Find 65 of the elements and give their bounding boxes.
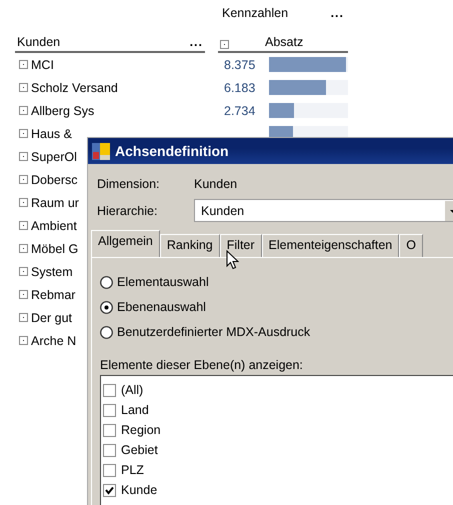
tab[interactable]: Allgemein <box>91 230 160 257</box>
radio-button[interactable] <box>100 276 113 288</box>
customer-name: Allberg Sys <box>31 104 94 118</box>
expand-icon[interactable] <box>19 152 28 161</box>
expand-icon[interactable] <box>19 83 28 92</box>
tab[interactable]: O <box>399 234 423 257</box>
customer-name: Der gut <box>31 310 72 324</box>
checkbox[interactable] <box>103 444 116 456</box>
level-name[interactable]: Region <box>121 423 161 437</box>
customer-name: Ambient <box>31 218 77 232</box>
customer-name: Möbel G <box>31 242 78 256</box>
expand-icon[interactable] <box>19 129 28 138</box>
radio-label[interactable]: Elementauswahl <box>117 275 209 289</box>
radio-button[interactable] <box>100 300 113 314</box>
app-icon <box>92 142 110 160</box>
expand-icon[interactable] <box>19 175 28 184</box>
expand-icon[interactable] <box>19 221 28 230</box>
level-name[interactable]: (All) <box>121 383 144 397</box>
field-label: Dimension: <box>96 176 161 190</box>
expand-icon[interactable] <box>220 40 229 49</box>
customer-name: MCI <box>31 58 54 72</box>
expand-icon[interactable] <box>19 106 28 115</box>
column-header: Absatz <box>265 35 304 49</box>
checkbox[interactable] <box>103 484 116 496</box>
customer-name: Raum ur <box>31 196 79 210</box>
customer-name: Scholz Versand <box>31 80 118 94</box>
expand-icon[interactable] <box>19 290 28 299</box>
level-name[interactable]: Gebiet <box>121 443 158 457</box>
customer-name: Haus & <box>31 126 72 140</box>
radio-label[interactable]: Ebenenauswahl <box>117 300 206 314</box>
list-label: Elemente dieser Ebene(n) anzeigen: <box>100 358 304 372</box>
checkbox[interactable] <box>103 464 116 476</box>
checkbox[interactable] <box>103 384 116 396</box>
customer-name: SuperOl <box>31 150 77 164</box>
column-header: Kunden <box>17 35 60 49</box>
expand-icon[interactable] <box>19 336 28 345</box>
checkbox[interactable] <box>103 404 116 416</box>
customer-name: System <box>31 264 73 278</box>
tab[interactable]: Ranking <box>160 234 220 257</box>
tab[interactable]: Elementeigenschaften <box>262 234 400 257</box>
customer-name: Rebmar <box>31 288 76 302</box>
hierarchy-dropdown[interactable]: Kunden <box>194 199 453 222</box>
dialog-title: Achsendefinition <box>115 143 229 159</box>
measures-title: Kennzahlen <box>222 6 288 22</box>
field-label: Hierarchie: <box>96 204 158 218</box>
checkbox[interactable] <box>103 424 116 436</box>
customer-name: Arche N <box>31 334 76 348</box>
expand-icon[interactable] <box>19 60 28 69</box>
sales-value: 8.375 <box>224 58 256 72</box>
expand-icon[interactable] <box>19 198 28 207</box>
field-value: Kunden <box>194 176 238 190</box>
level-name[interactable]: Land <box>121 403 149 417</box>
sales-value: 2.734 <box>224 104 256 118</box>
level-name[interactable]: Kunde <box>121 483 158 497</box>
sales-value: 6.183 <box>224 80 256 94</box>
radio-button[interactable] <box>100 326 113 338</box>
expand-icon[interactable] <box>19 313 28 322</box>
expand-icon[interactable] <box>19 267 28 276</box>
expand-icon[interactable] <box>19 244 28 253</box>
tab[interactable]: Filter <box>220 234 262 257</box>
more-menu[interactable]: ... <box>190 35 203 49</box>
more-menu[interactable]: ... <box>330 6 344 30</box>
customer-name: Dobersc <box>31 172 78 186</box>
radio-label[interactable]: Benutzerdefinierter MDX-Ausdruck <box>117 325 310 339</box>
level-name[interactable]: PLZ <box>121 463 144 477</box>
